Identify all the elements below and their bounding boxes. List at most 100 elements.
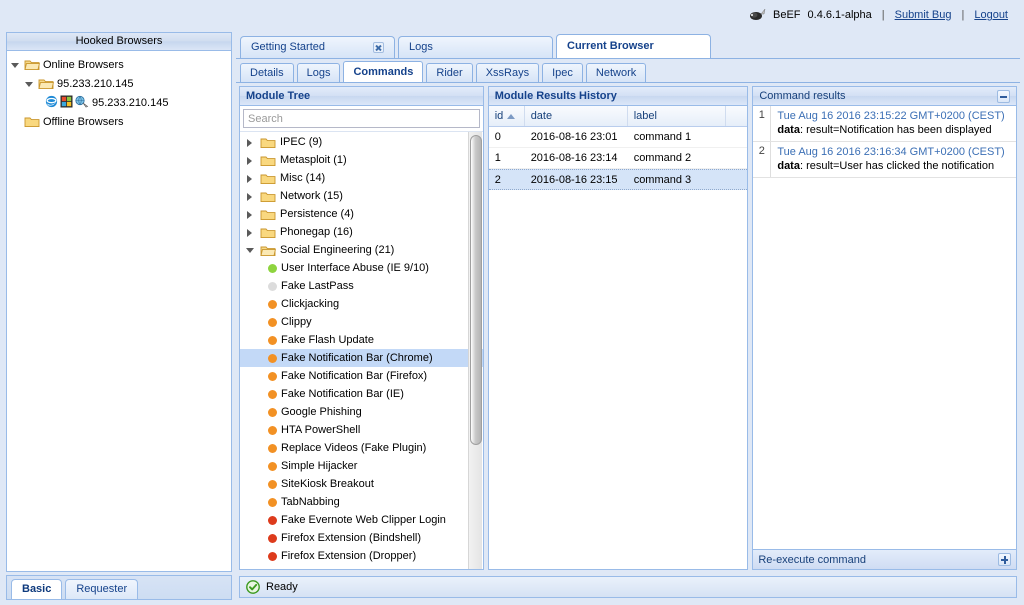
module-item[interactable]: Firefox Extension (Dropper) xyxy=(240,547,483,565)
module-item[interactable]: SiteKiosk Breakout xyxy=(240,475,483,493)
entry-data-key: data xyxy=(777,160,800,172)
module-item[interactable]: Fake Flash Update xyxy=(240,331,483,349)
entry-data: data: result=Notification has been displ… xyxy=(777,124,991,136)
hooked-browsers-panel: Hooked Browsers Online Browsers 95.233.2… xyxy=(6,32,232,572)
tab-getting-started-label: Getting Started xyxy=(251,41,325,53)
module-item[interactable]: Google Phishing xyxy=(240,403,483,421)
status-dot-icon xyxy=(268,551,277,561)
status-dot-icon xyxy=(268,461,277,471)
tab-rider[interactable]: Rider xyxy=(426,63,473,82)
module-item[interactable]: User Interface Abuse (IE 9/10) xyxy=(240,259,483,277)
chevron-down-icon[interactable] xyxy=(11,60,21,70)
status-dot-icon xyxy=(268,263,277,273)
offline-browsers-label: Offline Browsers xyxy=(43,115,124,128)
chevron-right-icon[interactable] xyxy=(246,191,256,201)
module-item[interactable]: HTA PowerShell xyxy=(240,421,483,439)
table-row-selected[interactable]: 2 2016-08-16 23:15 command 3 xyxy=(488,169,748,190)
chevron-right-icon[interactable] xyxy=(246,227,256,237)
column-header-extra[interactable] xyxy=(726,106,748,126)
module-folder-social-engineering[interactable]: Social Engineering (21) xyxy=(240,241,483,259)
logout-link[interactable]: Logout xyxy=(974,9,1008,21)
search-input[interactable] xyxy=(243,109,480,128)
cell-id: 0 xyxy=(494,131,501,143)
re-execute-command-bar[interactable]: Re-execute command xyxy=(753,549,1016,569)
tab-xssrays[interactable]: XssRays xyxy=(475,63,540,82)
panes-container: Module Tree IPEC (9) xyxy=(236,83,1020,573)
tab-requester[interactable]: Requester xyxy=(65,579,139,599)
module-item[interactable]: Replace Videos (Fake Plugin) xyxy=(240,439,483,457)
tree-node-host[interactable]: 95.233.210.145 xyxy=(11,74,231,93)
tab-commands[interactable]: Commands xyxy=(343,61,424,82)
status-dot-icon xyxy=(268,299,277,309)
module-item-label: Fake Notification Bar (Chrome) xyxy=(281,352,433,364)
column-header-label[interactable]: label xyxy=(628,106,726,126)
table-row[interactable]: 0 2016-08-16 23:01 command 1 xyxy=(488,127,748,148)
cell-date: 2016-08-16 23:14 xyxy=(530,152,618,164)
tab-logs[interactable]: Logs xyxy=(398,36,553,58)
entry-date: Tue Aug 16 2016 23:15:22 GMT+0200 (CEST) xyxy=(777,110,1005,122)
tab-logs-sub[interactable]: Logs xyxy=(296,63,341,82)
host-label: 95.233.210.145 xyxy=(57,77,134,90)
tab-network[interactable]: Network xyxy=(585,63,647,82)
command-result-entry[interactable]: 2 Tue Aug 16 2016 23:16:34 GMT+0200 (CES… xyxy=(753,142,1016,178)
command-result-entry[interactable]: 1 Tue Aug 16 2016 23:15:22 GMT+0200 (CES… xyxy=(753,106,1016,142)
close-icon[interactable] xyxy=(373,42,384,53)
submit-bug-link[interactable]: Submit Bug xyxy=(895,9,952,21)
module-folder-phonegap[interactable]: Phonegap (16) xyxy=(240,223,483,241)
left-bottom-tabs: Basic Requester xyxy=(6,575,232,600)
module-folder-network[interactable]: Network (15) xyxy=(240,187,483,205)
column-header-id[interactable]: id xyxy=(489,106,525,126)
chevron-right-icon[interactable] xyxy=(246,137,256,147)
module-item[interactable]: Clippy xyxy=(240,313,483,331)
tab-basic[interactable]: Basic xyxy=(11,579,63,599)
tree-node-browser[interactable]: 95.233.210.145 xyxy=(11,93,231,112)
tab-details[interactable]: Details xyxy=(240,63,294,82)
ready-check-icon xyxy=(246,580,260,594)
chevron-right-icon[interactable] xyxy=(246,209,256,219)
module-item[interactable]: Fake LastPass xyxy=(240,277,483,295)
folder-closed-icon xyxy=(24,115,40,128)
tree-node-offline-browsers[interactable]: Offline Browsers xyxy=(11,112,231,131)
module-scrollbar-thumb[interactable] xyxy=(469,135,482,445)
module-folder-persistence[interactable]: Persistence (4) xyxy=(240,205,483,223)
tree-node-online-browsers[interactable]: Online Browsers xyxy=(11,55,231,74)
status-bar: Ready xyxy=(239,576,1017,598)
module-item-selected[interactable]: Fake Notification Bar (Chrome) xyxy=(240,349,483,367)
module-tree-title: Module Tree xyxy=(240,87,483,106)
module-item[interactable]: Clickjacking xyxy=(240,295,483,313)
module-item[interactable]: Fake Evernote Web Clipper Login xyxy=(240,511,483,529)
module-item[interactable]: Fake Notification Bar (Firefox) xyxy=(240,367,483,385)
collapse-icon[interactable] xyxy=(997,89,1010,103)
chevron-down-icon[interactable] xyxy=(246,245,256,255)
module-folder-misc[interactable]: Misc (14) xyxy=(240,169,483,187)
tab-current-browser[interactable]: Current Browser xyxy=(556,34,711,58)
column-header-date[interactable]: date xyxy=(525,106,628,126)
chevron-right-icon[interactable] xyxy=(246,173,256,183)
module-tree-panel: Module Tree IPEC (9) xyxy=(239,86,484,570)
module-folder-ipec[interactable]: IPEC (9) xyxy=(240,133,483,151)
module-item[interactable]: Firefox Extension (Bindshell) xyxy=(240,529,483,547)
module-folder-label: Metasploit (1) xyxy=(280,154,347,166)
status-dot-icon xyxy=(268,371,277,381)
results-grid-header: id date label xyxy=(488,106,748,127)
module-item-label: Replace Videos (Fake Plugin) xyxy=(281,442,427,454)
tab-getting-started[interactable]: Getting Started xyxy=(240,36,395,58)
module-folder-label: IPEC (9) xyxy=(280,136,323,148)
table-row[interactable]: 1 2016-08-16 23:14 command 2 xyxy=(488,148,748,169)
command-results-title: Command results xyxy=(759,90,846,102)
plus-icon[interactable] xyxy=(998,553,1011,566)
app-version: 0.4.6.1-alpha xyxy=(807,9,872,21)
module-folder-metasploit[interactable]: Metasploit (1) xyxy=(240,151,483,169)
module-item[interactable]: Fake Notification Bar (IE) xyxy=(240,385,483,403)
module-scrollbar[interactable] xyxy=(467,132,482,569)
module-folder-label: Social Engineering (21) xyxy=(280,244,395,256)
tab-ipec[interactable]: Ipec xyxy=(542,63,583,82)
windows-icon xyxy=(60,95,73,111)
module-item-label: Simple Hijacker xyxy=(281,460,358,472)
chevron-right-icon[interactable] xyxy=(246,155,256,165)
results-history-title: Module Results History xyxy=(488,87,748,106)
module-item[interactable]: TabNabbing xyxy=(240,493,483,511)
chevron-down-icon[interactable] xyxy=(25,79,35,89)
module-item[interactable]: Simple Hijacker xyxy=(240,457,483,475)
module-item-label: Fake Evernote Web Clipper Login xyxy=(281,514,446,526)
